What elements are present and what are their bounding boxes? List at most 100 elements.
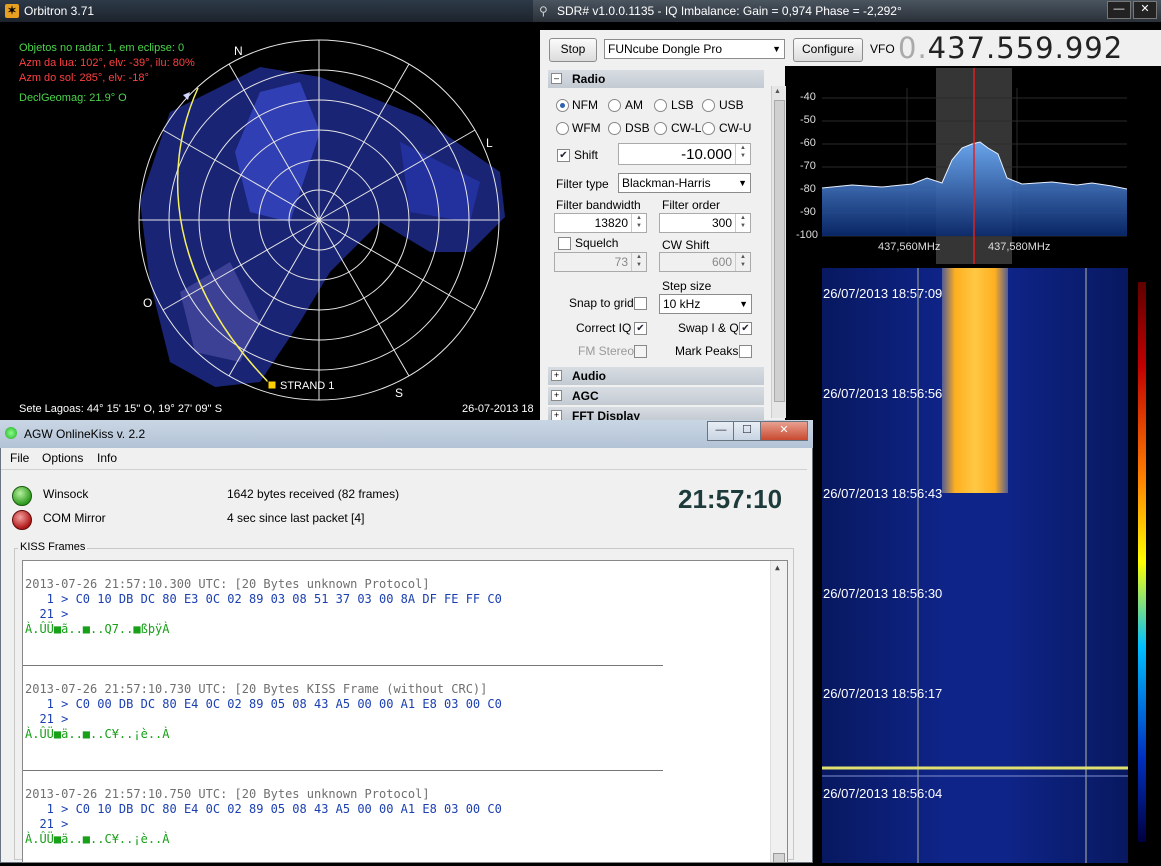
scroll-up-icon[interactable]: ▲ xyxy=(775,563,780,572)
mode-radio-lsb[interactable] xyxy=(654,99,667,112)
close-button[interactable]: ✕ xyxy=(1133,1,1157,19)
radio-section-title: Radio xyxy=(572,72,606,86)
filter-bandwidth-label: Filter bandwidth xyxy=(556,198,641,212)
mode-label-lsb: LSB xyxy=(671,98,694,112)
mode-radio-dsb[interactable] xyxy=(608,122,621,135)
maximize-button[interactable]: ☐ xyxy=(733,421,761,441)
frame-hex-cont: 21 > xyxy=(25,817,69,831)
orbitron-app-icon: ✶ xyxy=(5,4,19,18)
stop-button[interactable]: Stop xyxy=(549,38,597,62)
mode-radio-cwl[interactable] xyxy=(654,122,667,135)
vfo-frequency: 437.559.992 xyxy=(927,31,1124,65)
compass-west: O xyxy=(143,296,153,310)
location-text: Sete Lagoas: 44° 15' 15'' O, 19° 27' 09'… xyxy=(19,403,223,415)
shift-input[interactable]: -10.000 ▲ ▼ xyxy=(618,143,751,165)
squelch-input[interactable]: 73 ▲ ▼ xyxy=(554,252,647,272)
panel-scrollbar[interactable]: ▲ xyxy=(771,86,786,418)
menu-info[interactable]: Info xyxy=(97,451,117,465)
menu-options[interactable]: Options xyxy=(42,451,83,465)
waterfall-timestamp: 26/07/2013 18:56:30 xyxy=(823,586,943,601)
date-text: 26-07-2013 18 xyxy=(462,403,534,415)
collapse-icon: – xyxy=(551,73,562,84)
audio-section-header[interactable]: + Audio xyxy=(548,367,764,385)
filter-order-value: 300 xyxy=(711,216,732,230)
spinner-arrows-icon[interactable]: ▲ ▼ xyxy=(631,214,646,232)
close-button[interactable]: ✕ xyxy=(760,421,808,441)
sdr-title: SDR# v1.0.0.1135 - IQ Imbalance: Gain = … xyxy=(557,4,902,18)
minimize-button[interactable]: — xyxy=(1107,1,1131,19)
chevron-down-icon: ▼ xyxy=(739,299,748,309)
scroll-thumb[interactable] xyxy=(773,853,785,862)
log-scrollbar[interactable]: ▲ xyxy=(770,561,787,862)
spectrum-display[interactable]: -40 -50 -60 -70 -80 -90 -100 437,560MHz … xyxy=(792,68,1156,264)
configure-button[interactable]: Configure xyxy=(793,38,863,62)
filter-order-input[interactable]: 300 ▲ ▼ xyxy=(659,213,751,233)
cw-shift-value: 600 xyxy=(711,255,732,269)
waterfall-display[interactable]: 26/07/2013 18:57:09 26/07/2013 18:56:56 … xyxy=(792,268,1156,863)
spinner-arrows-icon[interactable]: ▲ ▼ xyxy=(735,144,750,164)
cw-shift-input[interactable]: 600 ▲ ▼ xyxy=(659,252,751,272)
agw-app-icon xyxy=(5,427,17,439)
chevron-down-icon: ▼ xyxy=(772,44,781,54)
frame-ascii: À.ÛÜ■ä..■..C¥..¡è..À xyxy=(25,832,170,846)
mode-label-usb: USB xyxy=(719,98,744,112)
waterfall-timestamp: 26/07/2013 18:56:56 xyxy=(823,386,943,401)
menu-file[interactable]: File xyxy=(10,451,29,465)
mode-radio-usb[interactable] xyxy=(702,99,715,112)
shift-checkbox[interactable]: ✔ xyxy=(557,149,570,162)
waterfall-timestamp: 26/07/2013 18:57:09 xyxy=(823,286,943,301)
spinner-arrows-icon[interactable]: ▲ ▼ xyxy=(735,214,750,232)
filter-bandwidth-input[interactable]: 13820 ▲ ▼ xyxy=(554,213,647,233)
spinner-arrows-icon[interactable]: ▲ ▼ xyxy=(735,253,750,271)
step-size-value: 10 kHz xyxy=(663,297,701,311)
vfo-prefix: 0. xyxy=(898,31,928,65)
filter-order-label: Filter order xyxy=(662,198,721,212)
device-select[interactable]: FUNcube Dongle Pro ▼ xyxy=(604,39,785,59)
spinner-arrows-icon[interactable]: ▲ ▼ xyxy=(631,253,646,271)
radar-info-line-1: Objetos no radar: 1, em eclipse: 0 xyxy=(19,42,185,54)
mark-peaks-checkbox[interactable] xyxy=(739,345,752,358)
filter-type-select[interactable]: Blackman-Harris ▼ xyxy=(618,173,751,193)
menu-divider xyxy=(1,469,807,470)
squelch-checkbox[interactable] xyxy=(558,237,571,250)
spectrum-svg xyxy=(821,68,1128,264)
menu-bar: File Options Info xyxy=(1,448,807,468)
satellite-marker[interactable] xyxy=(267,380,277,390)
com-mirror-status: 4 sec since last packet [4] xyxy=(227,511,365,525)
agc-section-title: AGC xyxy=(572,389,599,403)
correct-iq-checkbox[interactable]: ✔ xyxy=(634,322,647,335)
level-label: -40 xyxy=(800,91,816,103)
filter-type-value: Blackman-Harris xyxy=(622,176,711,190)
level-label: -90 xyxy=(800,206,816,218)
radar-info-line-2: Azm da lua: 102°, elv: -39°, ilu: 80% xyxy=(19,57,195,69)
fm-stereo-checkbox[interactable] xyxy=(634,345,647,358)
mark-peaks-label: Mark Peaks xyxy=(675,344,739,358)
radar-info-line-3: Azm do sol: 285°, elv: -18° xyxy=(19,72,149,84)
frame-separator xyxy=(23,770,663,771)
snap-to-grid-checkbox[interactable] xyxy=(634,297,647,310)
mode-radio-nfm[interactable] xyxy=(556,99,569,112)
vfo-display[interactable]: 0.437.559.992 xyxy=(898,31,1123,65)
kiss-frames-log[interactable]: 2013-07-26 21:57:10.300 UTC: [20 Bytes u… xyxy=(22,560,788,863)
frame-header: 2013-07-26 21:57:10.730 UTC: [20 Bytes K… xyxy=(25,682,488,696)
minimize-button[interactable]: — xyxy=(707,421,735,441)
sdr-titlebar[interactable]: ⚲ SDR# v1.0.0.1135 - IQ Imbalance: Gain … xyxy=(533,0,1161,22)
mode-radio-am[interactable] xyxy=(608,99,621,112)
agw-titlebar[interactable]: AGW OnlineKiss v. 2.2 — ☐ ✕ xyxy=(0,420,813,448)
fm-stereo-label: FM Stereo xyxy=(578,344,635,358)
mode-radio-cwu[interactable] xyxy=(702,122,715,135)
shift-label: Shift xyxy=(574,148,599,162)
fft-section-header[interactable]: + FFT Display xyxy=(548,407,764,420)
filter-type-label: Filter type xyxy=(556,177,609,191)
frame-separator xyxy=(23,665,663,666)
chevron-down-icon: ▼ xyxy=(738,178,747,188)
step-size-select[interactable]: 10 kHz ▼ xyxy=(659,294,752,314)
orbitron-titlebar[interactable]: ✶ Orbitron 3.71 xyxy=(0,0,533,22)
clock-display: 21:57:10 xyxy=(678,484,783,514)
freq-label: 437,560MHz xyxy=(878,241,941,253)
agc-section-header[interactable]: + AGC xyxy=(548,387,764,405)
mode-radio-wfm[interactable] xyxy=(556,122,569,135)
frame-header: 2013-07-26 21:57:10.750 UTC: [20 Bytes u… xyxy=(25,787,430,801)
swap-iq-checkbox[interactable]: ✔ xyxy=(739,322,752,335)
radio-section-header[interactable]: – Radio xyxy=(548,70,764,88)
